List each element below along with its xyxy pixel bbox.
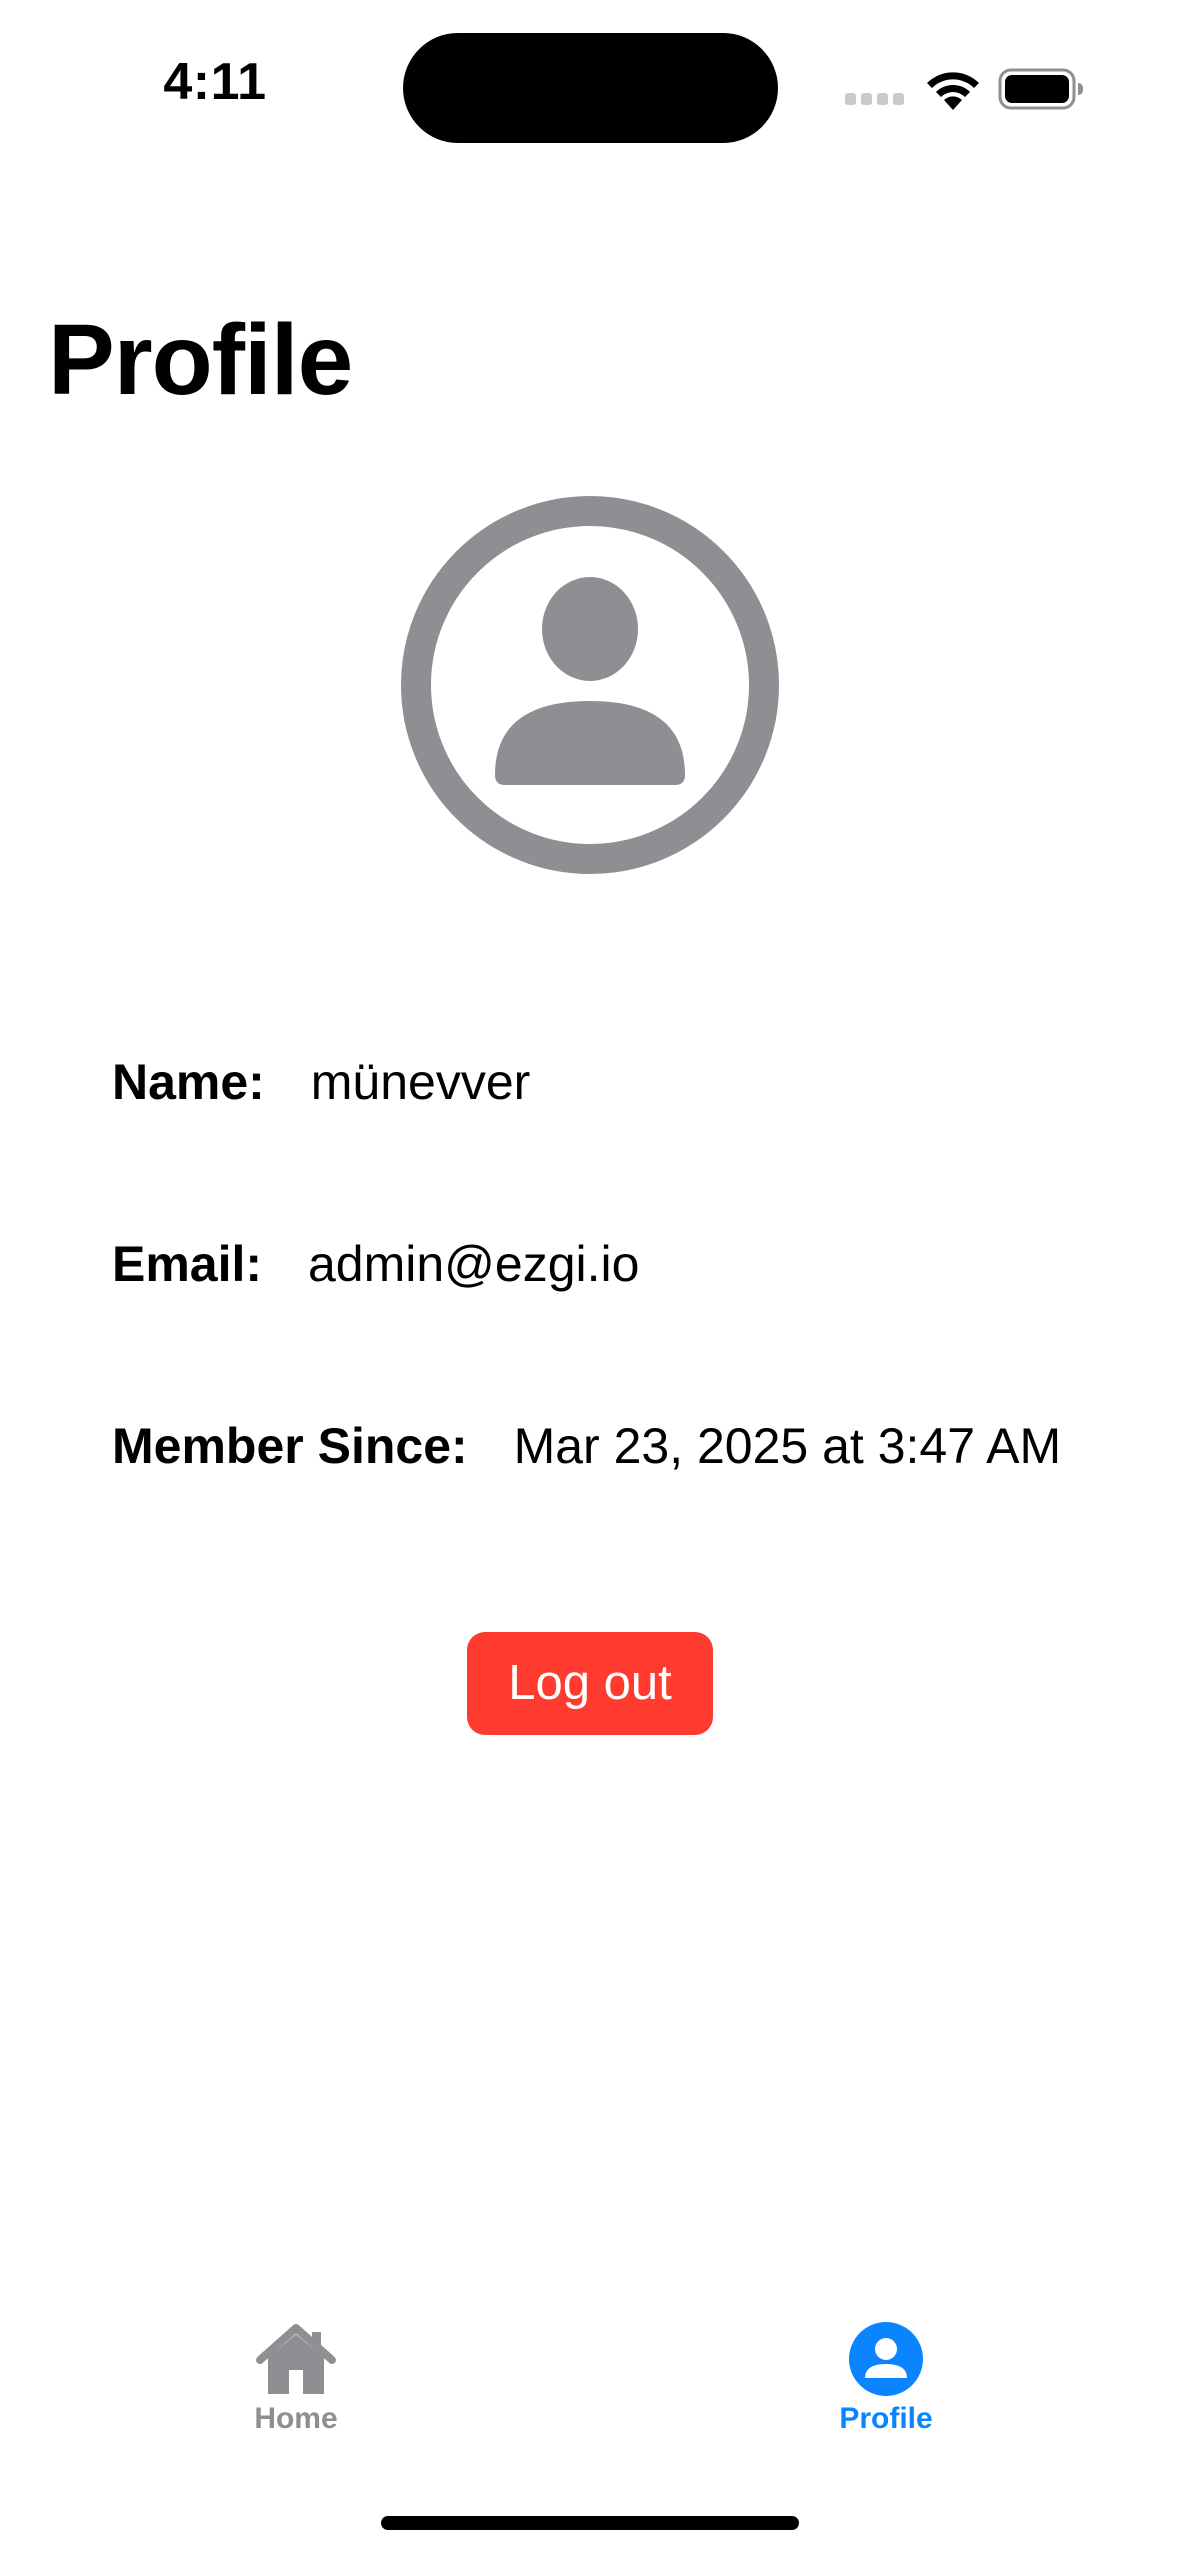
battery-icon (998, 68, 1083, 110)
member-since-label: Member Since: (112, 1418, 468, 1474)
cellular-signal-icon (845, 93, 904, 105)
tab-home-label: Home (254, 2402, 338, 2435)
member-since-value: Mar 23, 2025 at 3:47 AM (513, 1418, 1062, 1474)
dynamic-island (403, 33, 778, 143)
email-label: Email: (112, 1236, 263, 1292)
logout-button[interactable]: Log out (467, 1632, 713, 1735)
person-circle-fill-icon (849, 2322, 923, 2396)
tab-profile[interactable]: Profile (766, 2320, 1006, 2470)
email-row: Email: admin@ezgi.io (112, 1229, 639, 1299)
page-title: Profile (48, 304, 353, 416)
name-label: Name: (112, 1054, 265, 1110)
member-since-row: Member Since: Mar 23, 2025 at 3:47 AM (112, 1411, 1061, 1481)
name-value: münevver (310, 1054, 531, 1110)
tab-bar: Home Profile (0, 2300, 1179, 2480)
email-value: admin@ezgi.io (307, 1236, 640, 1292)
person-circle-icon[interactable] (401, 496, 779, 874)
name-row: Name: münevver (112, 1047, 530, 1117)
tab-home[interactable]: Home (176, 2320, 416, 2470)
wifi-icon (927, 72, 979, 110)
tab-profile-label: Profile (839, 2402, 933, 2435)
house-icon (256, 2324, 336, 2394)
status-bar: 4:11 (0, 0, 1179, 170)
home-indicator (381, 2516, 799, 2530)
status-time: 4:11 (163, 53, 267, 111)
